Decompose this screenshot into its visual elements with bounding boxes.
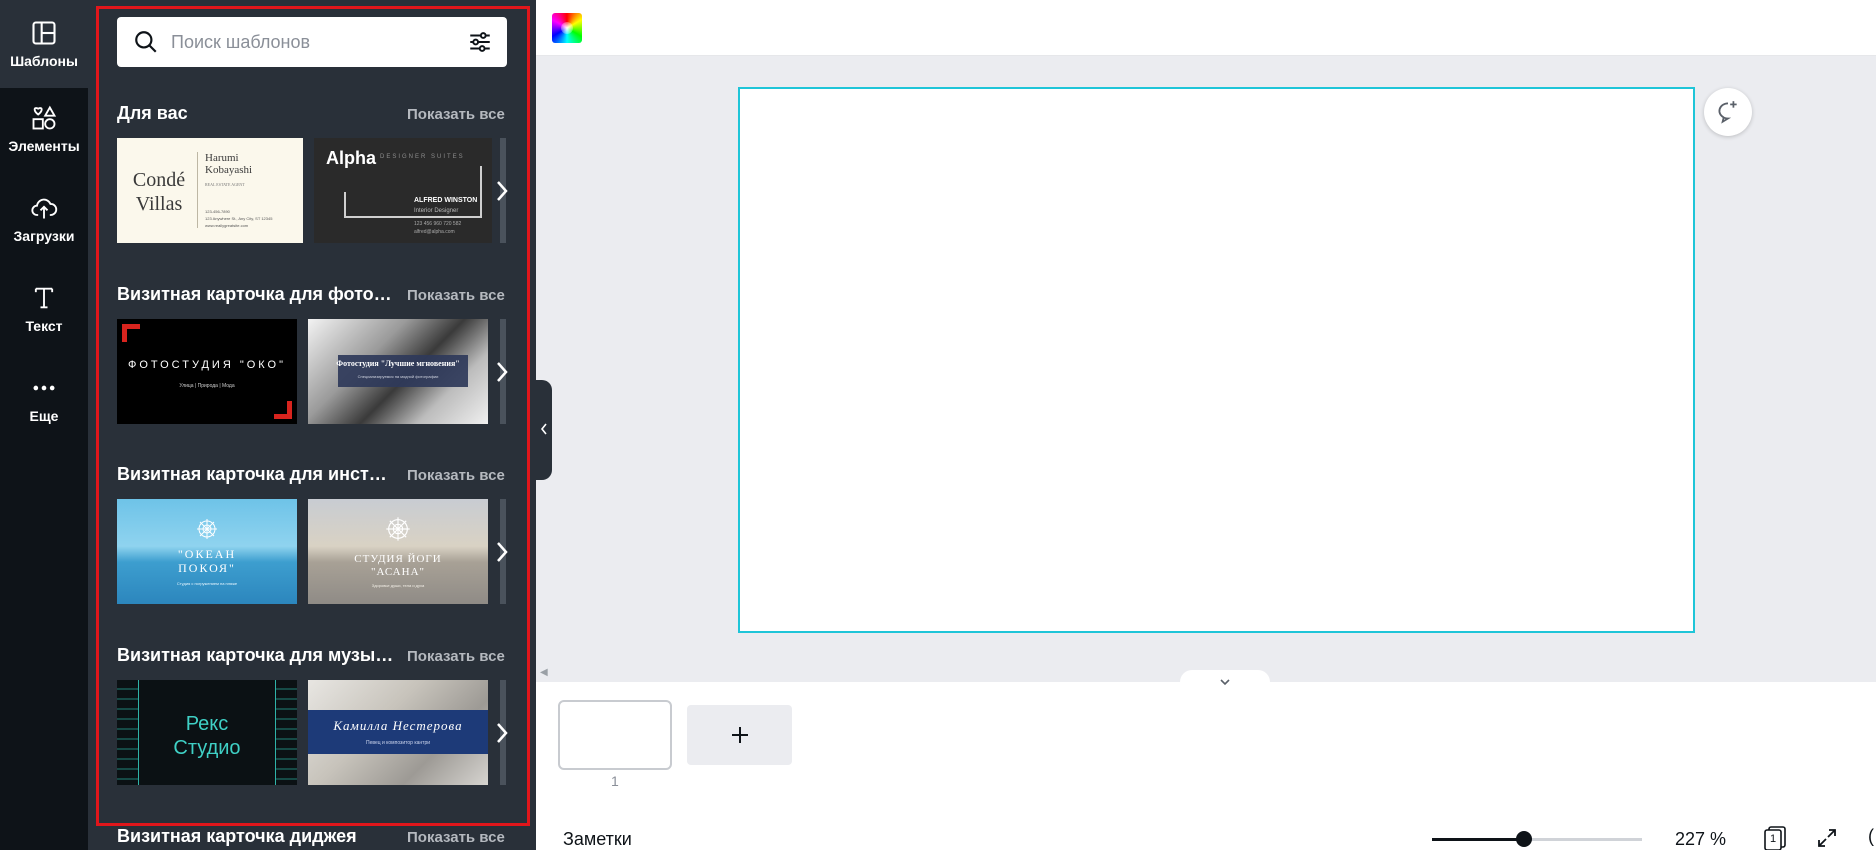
show-all-link[interactable]: Показать все (407, 106, 505, 123)
chevron-down-icon (1220, 679, 1230, 686)
template-thumbnail[interactable]: Камилла Нестерова Певец и композитор кан… (308, 680, 488, 785)
chevron-left-icon (540, 423, 547, 435)
thumb-text: Alpha (326, 148, 377, 168)
editor-toolbar (536, 0, 1876, 56)
pages-grid-icon[interactable]: 1 (1762, 826, 1788, 850)
rail-label: Элементы (8, 138, 80, 154)
template-thumbnail[interactable]: ФОТОСТУДИЯ "ОКО" Улица | Природа | Мода (117, 319, 297, 424)
thumb-text: www.reallygreatsite.com (205, 223, 249, 228)
show-all-link[interactable]: Показать все (407, 648, 505, 665)
rail-item-templates[interactable]: Шаблоны (0, 0, 88, 88)
template-thumbnail[interactable]: "ОКЕАН ПОКОЯ" Студия с погружением на пл… (117, 499, 297, 604)
thumb-text: Kobayashi (205, 164, 253, 176)
show-all-link[interactable]: Показать все (407, 287, 505, 304)
thumb-text: ПОКОЯ" (178, 561, 236, 575)
page-thumbnail[interactable] (558, 700, 672, 770)
elements-icon (32, 105, 57, 130)
rail-label: Текст (25, 318, 63, 334)
add-comment-button[interactable] (1704, 88, 1752, 136)
comment-add-icon (1718, 101, 1737, 124)
thumb-text: Здоровье души, тела и духа (371, 583, 425, 588)
thumb-text: Condé (132, 169, 186, 191)
upload-cloud-icon (31, 198, 58, 219)
thumb-text: ФОТОСТУДИЯ "ОКО" (127, 359, 287, 371)
pages-count: 1 (1770, 833, 1777, 845)
rail-item-more[interactable]: Еще (0, 355, 88, 443)
rail-item-elements[interactable]: Элементы (0, 85, 88, 173)
thumb-text: Студио (173, 737, 241, 759)
rail-label: Еще (29, 408, 59, 424)
chevron-right-icon[interactable] (492, 357, 512, 387)
thumb-text: Улица | Природа | Мода (179, 383, 235, 389)
scroll-left-arrow[interactable]: ◀ (540, 667, 548, 678)
thumb-text: Певец и композитор кантри (365, 740, 431, 746)
color-picker-icon[interactable] (552, 13, 582, 43)
page-number: 1 (611, 773, 619, 789)
thumb-text: Камилла Нестерова (333, 718, 463, 733)
corner-decor (274, 401, 292, 419)
template-thumbnail[interactable]: СТУДИЯ ЙОГИ "АСАНА" Здоровье души, тела … (308, 499, 488, 604)
help-button-partial[interactable]: ( (1868, 826, 1874, 847)
rail-item-text[interactable]: Текст (0, 265, 88, 353)
thumb-text: ALFRED WINSTON (414, 197, 478, 204)
mandala-icon (197, 519, 217, 539)
rail-label: Шаблоны (10, 53, 78, 69)
plus-icon (731, 727, 748, 743)
left-rail: Шаблоны Элементы Загрузки Текст Еще (0, 0, 88, 850)
add-page-button[interactable] (687, 705, 792, 765)
notes-button[interactable]: Заметки (563, 829, 632, 850)
expand-pages-tab[interactable] (1180, 670, 1270, 694)
thumb-text: 123-456-7890 (205, 209, 230, 214)
thumb-text: Студия с погружением на пляже (176, 581, 238, 586)
mandala-icon (386, 517, 410, 541)
thumb-text: REAL ESTATE AGENT (205, 182, 245, 187)
collapse-panel-handle[interactable] (536, 380, 552, 480)
thumb-text: СТУДИЯ ЙОГИ (354, 553, 442, 565)
thumb-text: alfred@alpha.com (414, 229, 455, 235)
section-title: Визитная карточка для фотографа (117, 284, 397, 304)
thumb-text: Interior Designer (414, 208, 459, 214)
show-all-link[interactable]: Показать все (407, 467, 505, 484)
thumb-text: Рекс (185, 713, 229, 735)
chevron-right-icon[interactable] (492, 176, 512, 206)
corner-decor (122, 324, 140, 342)
fullscreen-icon[interactable] (1815, 826, 1839, 850)
text-icon (34, 287, 54, 309)
filter-sliders-icon[interactable] (467, 29, 493, 55)
thumb-text: Villas (135, 193, 183, 215)
section-title: Визитная карточка для инструктора (117, 464, 397, 484)
template-thumbnail[interactable]: Alpha DESIGNER SUITES ALFRED WINSTON Int… (314, 138, 492, 243)
rail-label: Загрузки (13, 228, 75, 244)
templates-icon (32, 21, 56, 45)
thumb-text: Специализируемся на модной фотографии (357, 374, 439, 379)
thumb-text: "АСАНА" (371, 566, 425, 578)
template-thumbnail[interactable]: Фотостудия "Лучшие мгновения" Специализи… (308, 319, 488, 424)
rail-item-uploads[interactable]: Загрузки (0, 175, 88, 263)
section-title: Визитная карточка для музыканта (117, 645, 397, 665)
thumb-text: DESIGNER SUITES (380, 154, 465, 160)
section-title: Визитная карточка диджея (117, 826, 357, 846)
search-input[interactable] (171, 31, 431, 53)
search-box[interactable] (117, 17, 507, 67)
thumb-text: Harumi (205, 152, 239, 164)
search-icon (135, 31, 157, 53)
chevron-right-icon[interactable] (492, 718, 512, 748)
thumb-text: 123 456 960 720 582 (414, 221, 462, 227)
section-title: Для вас (117, 103, 188, 123)
design-page[interactable] (738, 87, 1695, 633)
zoom-slider-fill (1432, 838, 1525, 841)
more-dots-icon (33, 385, 55, 391)
template-thumbnail[interactable]: Рекс Студио (117, 680, 297, 785)
show-all-link[interactable]: Показать все (407, 829, 505, 846)
chevron-right-icon[interactable] (492, 537, 512, 567)
divider (197, 152, 198, 228)
template-thumbnail[interactable]: Condé Villas Harumi Kobayashi REAL ESTAT… (117, 138, 303, 243)
thumb-text: Фотостудия "Лучшие мгновения" (336, 359, 460, 368)
zoom-value[interactable]: 227 % (1675, 829, 1726, 850)
thumb-text: 123 Anywhere St., Any City, ST 12345 (205, 216, 273, 221)
thumb-text: "ОКЕАН (177, 547, 237, 561)
